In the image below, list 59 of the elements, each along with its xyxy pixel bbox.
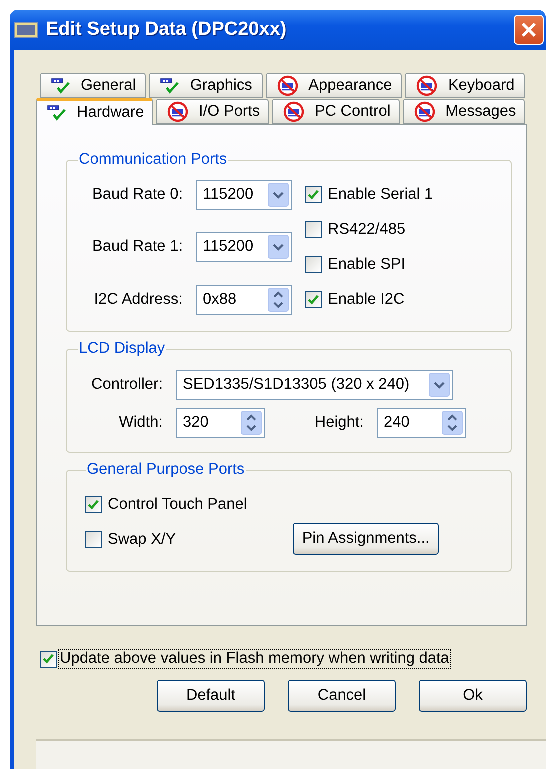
spin-buttons[interactable] [442, 411, 463, 435]
checkbox[interactable] [305, 291, 322, 308]
tab[interactable]: Messages [402, 99, 526, 124]
prohibited-icon [414, 100, 436, 122]
dropdown-button[interactable] [268, 235, 289, 259]
checkbox[interactable] [85, 496, 102, 513]
chip-check-icon [51, 78, 71, 94]
tab[interactable]: Appearance [266, 73, 402, 98]
checkbox[interactable] [305, 221, 322, 238]
checkbox[interactable] [40, 650, 57, 668]
spin-buttons[interactable] [268, 288, 289, 312]
spin-field[interactable]: 240 [377, 408, 466, 438]
tab[interactable]: Hardware [36, 98, 153, 125]
checkbox[interactable] [85, 531, 102, 548]
group-title: General Purpose Ports [86, 461, 246, 479]
tab[interactable]: PC Control [272, 99, 400, 124]
prohibited-icon [276, 74, 299, 96]
group-title: Communication Ports [78, 151, 228, 169]
dropdown-button[interactable] [268, 182, 289, 206]
field-label: Baud Rate 0: [92, 186, 183, 204]
field-label: I2C Address: [93, 290, 183, 308]
chip-check-icon [160, 78, 180, 94]
app-icon [14, 22, 38, 38]
checkbox-label[interactable]: Enable Serial 1 [328, 186, 434, 204]
checkbox[interactable] [305, 256, 322, 273]
checkbox[interactable] [305, 186, 322, 203]
prohibited-icon [416, 74, 438, 96]
dialog-button[interactable]: Ok [419, 680, 527, 712]
checkbox-label[interactable]: Update above values in Flash memory when writing data [59, 650, 450, 668]
checkbox-label[interactable]: Enable SPI [328, 256, 406, 274]
spin-buttons[interactable] [241, 411, 262, 435]
dialog-button[interactable]: Default [157, 680, 265, 712]
dropdown-button[interactable] [429, 373, 450, 397]
dialog-button[interactable]: Cancel [288, 680, 396, 712]
tab[interactable]: Graphics [149, 73, 263, 98]
tab[interactable]: I/O Ports [156, 99, 269, 124]
prohibited-icon [167, 100, 189, 122]
dropdown-field[interactable]: SED1335/S1D13305 (320 x 240) [176, 370, 453, 400]
spin-field[interactable]: 320 [176, 408, 265, 438]
field-label: Height: [314, 414, 364, 432]
window-title: Edit Setup Data (DPC20xx) [46, 19, 288, 41]
checkbox-label[interactable]: Enable I2C [328, 290, 405, 308]
dropdown-field[interactable]: 115200 [196, 180, 292, 210]
pin-assignments-button[interactable]: Pin Assignments... [293, 523, 439, 555]
field-label: Controller: [90, 376, 163, 394]
dropdown-field[interactable]: 115200 [196, 232, 292, 262]
checkbox-label[interactable]: Swap X/Y [108, 530, 176, 548]
field-label: Baud Rate 1: [92, 238, 183, 256]
spin-field[interactable]: 0x88 [196, 284, 292, 314]
prohibited-icon [282, 100, 305, 122]
close-icon [521, 22, 537, 38]
tab[interactable]: General [40, 73, 146, 98]
group-title: LCD Display [78, 340, 166, 358]
field-label: Width: [118, 414, 163, 432]
checkbox-label[interactable]: Control Touch Panel [108, 496, 248, 514]
close-button[interactable] [514, 15, 544, 45]
tab[interactable]: Keyboard [405, 73, 526, 98]
checkbox-label[interactable]: RS422/485 [328, 220, 406, 238]
chip-check-icon [47, 105, 67, 121]
